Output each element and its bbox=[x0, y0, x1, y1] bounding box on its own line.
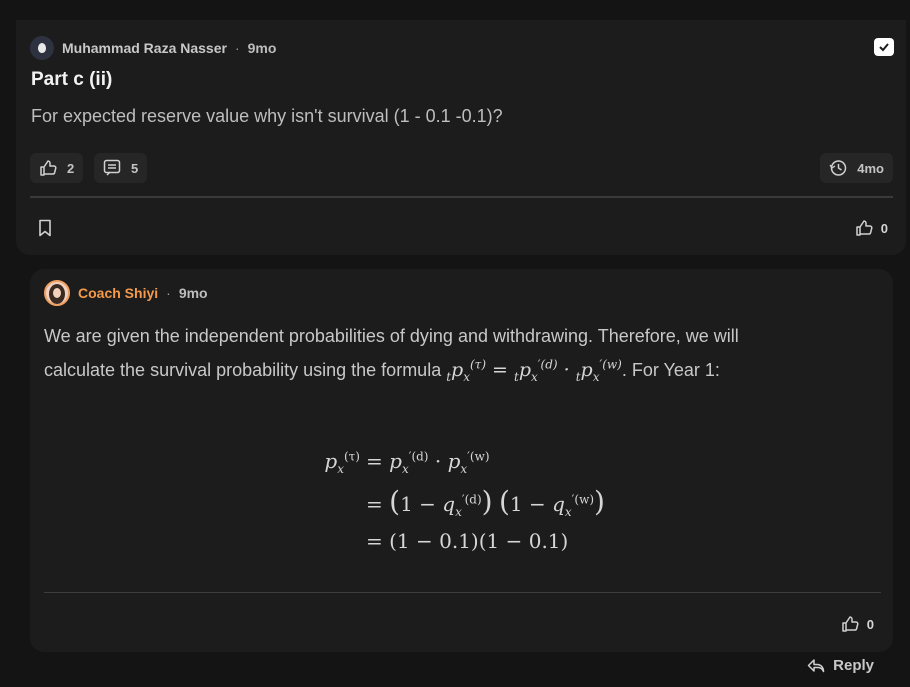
reply-label: Reply bbox=[833, 657, 874, 674]
bookmark-button[interactable] bbox=[37, 219, 53, 237]
post-body: For expected reserve value why isn't sur… bbox=[31, 106, 503, 126]
post-author[interactable]: Muhammad Raza Nasser bbox=[62, 40, 227, 56]
verified-check-icon[interactable] bbox=[874, 38, 894, 56]
post-title: Part c (ii) bbox=[31, 69, 113, 90]
comment-line-2-prefix: calculate the survival probability using… bbox=[44, 360, 447, 380]
post-like-action[interactable]: 0 bbox=[855, 219, 888, 237]
equation-block: px(τ) = px′(d) · px′(w) = (1 − qx′(d)) (… bbox=[314, 441, 605, 561]
coach-avatar[interactable] bbox=[44, 280, 70, 306]
avatar-icon bbox=[38, 43, 46, 53]
post-like-action-count: 0 bbox=[880, 220, 888, 236]
survival-formula: tpx(τ) = tpx′(d) · tpx′(w) bbox=[446, 357, 622, 384]
reply-icon bbox=[807, 658, 825, 674]
equation-line-2: = (1 − qx′(d)) (1 − qx′(w)) bbox=[366, 484, 605, 519]
reply-button[interactable]: Reply bbox=[807, 657, 874, 674]
post-divider bbox=[30, 196, 893, 198]
bookmark-icon bbox=[37, 219, 53, 237]
equation-line-1: px(τ) = px′(d) · px′(w) bbox=[324, 449, 490, 476]
comments-button[interactable]: 5 bbox=[94, 153, 148, 183]
comment-count: 5 bbox=[131, 160, 139, 176]
thumbs-up-icon bbox=[855, 219, 873, 237]
separator-dot: · bbox=[166, 285, 171, 301]
thumbs-up-icon bbox=[841, 615, 859, 633]
author-avatar[interactable] bbox=[30, 36, 54, 60]
post-header: Muhammad Raza Nasser · 9mo bbox=[30, 35, 276, 61]
comment-icon bbox=[103, 159, 121, 177]
history-label: 4mo bbox=[857, 160, 884, 176]
thumbs-up-icon bbox=[39, 159, 57, 177]
history-button[interactable]: 4mo bbox=[820, 153, 893, 183]
comment-like-button[interactable]: 0 bbox=[841, 615, 874, 633]
post-age: 9mo bbox=[247, 40, 277, 56]
equation-line-3: = (1 − 0.1)(1 − 0.1) bbox=[366, 529, 569, 553]
like-count: 2 bbox=[67, 160, 75, 176]
post-card: Muhammad Raza Nasser · 9mo Part c (ii) F… bbox=[16, 20, 906, 255]
comment-author[interactable]: Coach Shiyi bbox=[78, 285, 158, 301]
comment-card: Coach Shiyi · 9mo We are given the indep… bbox=[30, 269, 893, 652]
comment-line-2-suffix: . For Year 1: bbox=[621, 360, 720, 380]
like-button[interactable]: 2 bbox=[30, 153, 84, 183]
separator-dot: · bbox=[234, 40, 240, 56]
comment-header: Coach Shiyi · 9mo bbox=[44, 280, 208, 306]
comment-line-1: We are given the independent probabiliti… bbox=[44, 326, 739, 346]
comment-divider bbox=[44, 592, 881, 593]
history-icon bbox=[829, 159, 847, 177]
comment-like-count: 0 bbox=[866, 616, 874, 632]
comment-body: We are given the independent probabiliti… bbox=[44, 319, 844, 387]
comment-age: 9mo bbox=[178, 285, 208, 301]
